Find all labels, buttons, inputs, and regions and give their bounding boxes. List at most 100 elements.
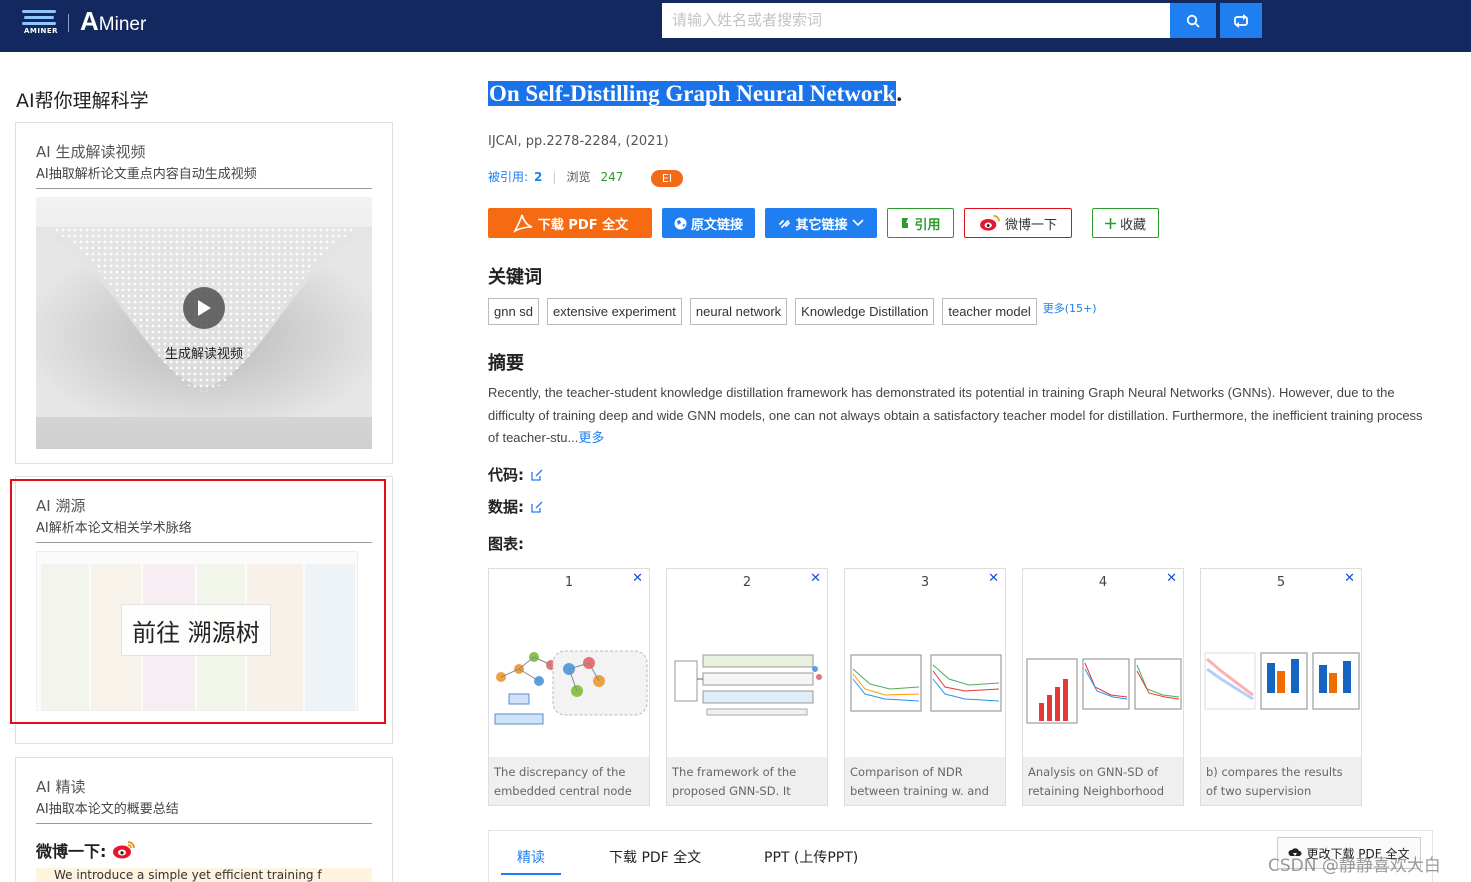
- cite-label: 引用: [914, 217, 941, 233]
- figure-number: 3: [920, 575, 930, 590]
- abstract-heading: 摘要: [488, 353, 524, 374]
- favorite-label: 收藏: [1119, 217, 1146, 233]
- weibo-icon: [980, 214, 1000, 231]
- read-card-divider: [36, 823, 372, 824]
- data-label: 数据:: [488, 498, 524, 516]
- play-icon: [198, 300, 211, 316]
- logo-divider: [68, 14, 69, 32]
- video-player[interactable]: 生成解读视频: [36, 197, 372, 449]
- tab-ppt[interactable]: PPT (上传PPT): [764, 847, 858, 867]
- cite-button[interactable]: 引用: [887, 208, 954, 238]
- chevron-down-icon: [851, 219, 864, 227]
- keywords-more-link[interactable]: 更多(15+): [1043, 300, 1097, 316]
- close-icon[interactable]: ✕: [632, 571, 643, 586]
- figures-label: 图表:: [488, 535, 524, 553]
- video-label: 生成解读视频: [164, 347, 243, 362]
- cited-label[interactable]: 被引用:: [488, 168, 528, 185]
- figures-row: 图表:: [488, 533, 524, 554]
- quote-icon: [902, 218, 909, 228]
- globe-icon: [674, 217, 687, 229]
- weibo-share-row: 微博一下:: [36, 838, 136, 862]
- figure-caption: The framework of the proposed GNN-SD. It…: [667, 757, 827, 805]
- paper-venue: IJCAI, pp.2278-2284, (2021): [488, 134, 669, 149]
- keyword-tag[interactable]: teacher model: [942, 298, 1037, 325]
- cited-count[interactable]: 2: [534, 170, 542, 184]
- stats-divider: |: [552, 169, 557, 184]
- views-count: 247: [600, 169, 624, 184]
- search-input[interactable]: [662, 3, 1170, 38]
- csdn-watermark: CSDN @静静喜欢大白: [1268, 856, 1441, 876]
- keyword-list: gnn sd extensive experiment neural netwo…: [488, 298, 1097, 325]
- figure-number: 1: [564, 575, 574, 590]
- code-row: 代码:: [488, 464, 544, 485]
- weibo-share-button[interactable]: 微博一下: [964, 208, 1072, 238]
- other-links-dropdown[interactable]: 其它链接: [765, 208, 877, 238]
- figure-number: 4: [1098, 575, 1108, 590]
- download-pdf-label: 下载 PDF 全文: [537, 217, 629, 233]
- close-icon[interactable]: ✕: [988, 571, 999, 586]
- read-card-subtitle: AI抽取本论文的概要总结: [36, 802, 179, 817]
- figure-thumbnail: [674, 654, 822, 716]
- paper-stats: 被引用: 2 | 浏览 247: [488, 168, 623, 185]
- figure-card[interactable]: 4 ✕ Analysis on GNN-SD of retaining Neig…: [1022, 568, 1184, 806]
- pdf-icon: [512, 214, 533, 233]
- logo-small-text: AMINER: [24, 27, 59, 35]
- abstract-text: Recently, the teacher-student knowledge …: [488, 382, 1433, 450]
- highlight-annotation-box: [10, 479, 386, 724]
- close-icon[interactable]: ✕: [810, 571, 821, 586]
- active-tab-indicator: [501, 873, 561, 875]
- edit-icon[interactable]: [530, 500, 544, 514]
- edit-icon[interactable]: [530, 468, 544, 482]
- figure-card[interactable]: 5 ✕ b) compares the results of two super…: [1200, 568, 1362, 806]
- swap-icon: [1234, 13, 1248, 28]
- figure-caption: Analysis on GNN-SD of retaining Neighbor…: [1023, 757, 1183, 805]
- figure-thumbnail: [1026, 658, 1182, 724]
- figure-thumbnail: [494, 650, 648, 725]
- figure-caption: The discrepancy of the embedded central …: [489, 757, 649, 805]
- abstract-more-link[interactable]: 更多: [578, 430, 604, 445]
- ai-section-title: AI帮你理解科学: [16, 90, 149, 112]
- figure-card[interactable]: 1 ✕ The discrepancy of the embedded cent…: [488, 568, 650, 806]
- link-icon: [779, 219, 791, 228]
- figure-caption: b) compares the results of two supervisi…: [1201, 757, 1361, 805]
- aminer-logo-mark[interactable]: AMINER: [22, 8, 58, 36]
- video-card-divider: [36, 188, 372, 189]
- data-row: 数据:: [488, 496, 544, 517]
- keyword-tag[interactable]: neural network: [689, 298, 788, 325]
- switch-search-mode-button[interactable]: [1220, 3, 1262, 38]
- figure-thumbnail: [1204, 652, 1360, 710]
- weibo-share-label: 微博一下:: [36, 842, 107, 861]
- play-button[interactable]: [183, 287, 225, 329]
- figure-caption: Comparison of NDR between training w. an…: [845, 757, 1005, 805]
- figure-number: 2: [742, 575, 752, 590]
- tab-read[interactable]: 精读: [517, 847, 545, 867]
- aminer-logo[interactable]: AMiner: [80, 6, 146, 37]
- close-icon[interactable]: ✕: [1344, 571, 1355, 586]
- ei-badge: EI: [651, 170, 683, 187]
- summary-snippet: We introduce a simple yet efficient trai…: [36, 868, 372, 882]
- keyword-tag[interactable]: extensive experiment: [547, 298, 682, 325]
- paper-title: On Self-Distilling Graph Neural Network.: [488, 81, 902, 107]
- favorite-button[interactable]: 收藏: [1092, 208, 1159, 238]
- search-button[interactable]: [1170, 3, 1216, 38]
- read-card-title: AI 精读: [36, 778, 86, 796]
- keyword-tag[interactable]: gnn sd: [488, 298, 540, 325]
- code-label: 代码:: [488, 466, 524, 484]
- ai-video-card: AI 生成解读视频 AI抽取解析论文重点内容自动生成视频 生成解读视频: [15, 122, 393, 464]
- close-icon[interactable]: ✕: [1166, 571, 1177, 586]
- weibo-share-button-label: 微博一下: [1004, 217, 1057, 233]
- figure-card[interactable]: 2 ✕ The framework of the proposed GNN-SD…: [666, 568, 828, 806]
- keyword-tag[interactable]: Knowledge Distillation: [795, 298, 935, 325]
- source-link-label: 原文链接: [690, 217, 743, 233]
- video-card-title: AI 生成解读视频: [36, 143, 146, 161]
- plus-icon: [1104, 217, 1116, 229]
- ai-read-card: AI 精读 AI抽取本论文的概要总结 微博一下: We introduce a …: [15, 757, 393, 882]
- weibo-icon[interactable]: [112, 840, 136, 860]
- source-link-button[interactable]: 原文链接: [662, 208, 755, 238]
- paper-title-suffix: .: [896, 81, 903, 106]
- video-card-subtitle: AI抽取解析论文重点内容自动生成视频: [36, 167, 257, 182]
- figure-card[interactable]: 3 ✕ Comparison of NDR between training w…: [844, 568, 1006, 806]
- download-pdf-button[interactable]: 下载 PDF 全文: [488, 208, 652, 238]
- figure-number: 5: [1276, 575, 1286, 590]
- tab-download-pdf[interactable]: 下载 PDF 全文: [609, 847, 701, 867]
